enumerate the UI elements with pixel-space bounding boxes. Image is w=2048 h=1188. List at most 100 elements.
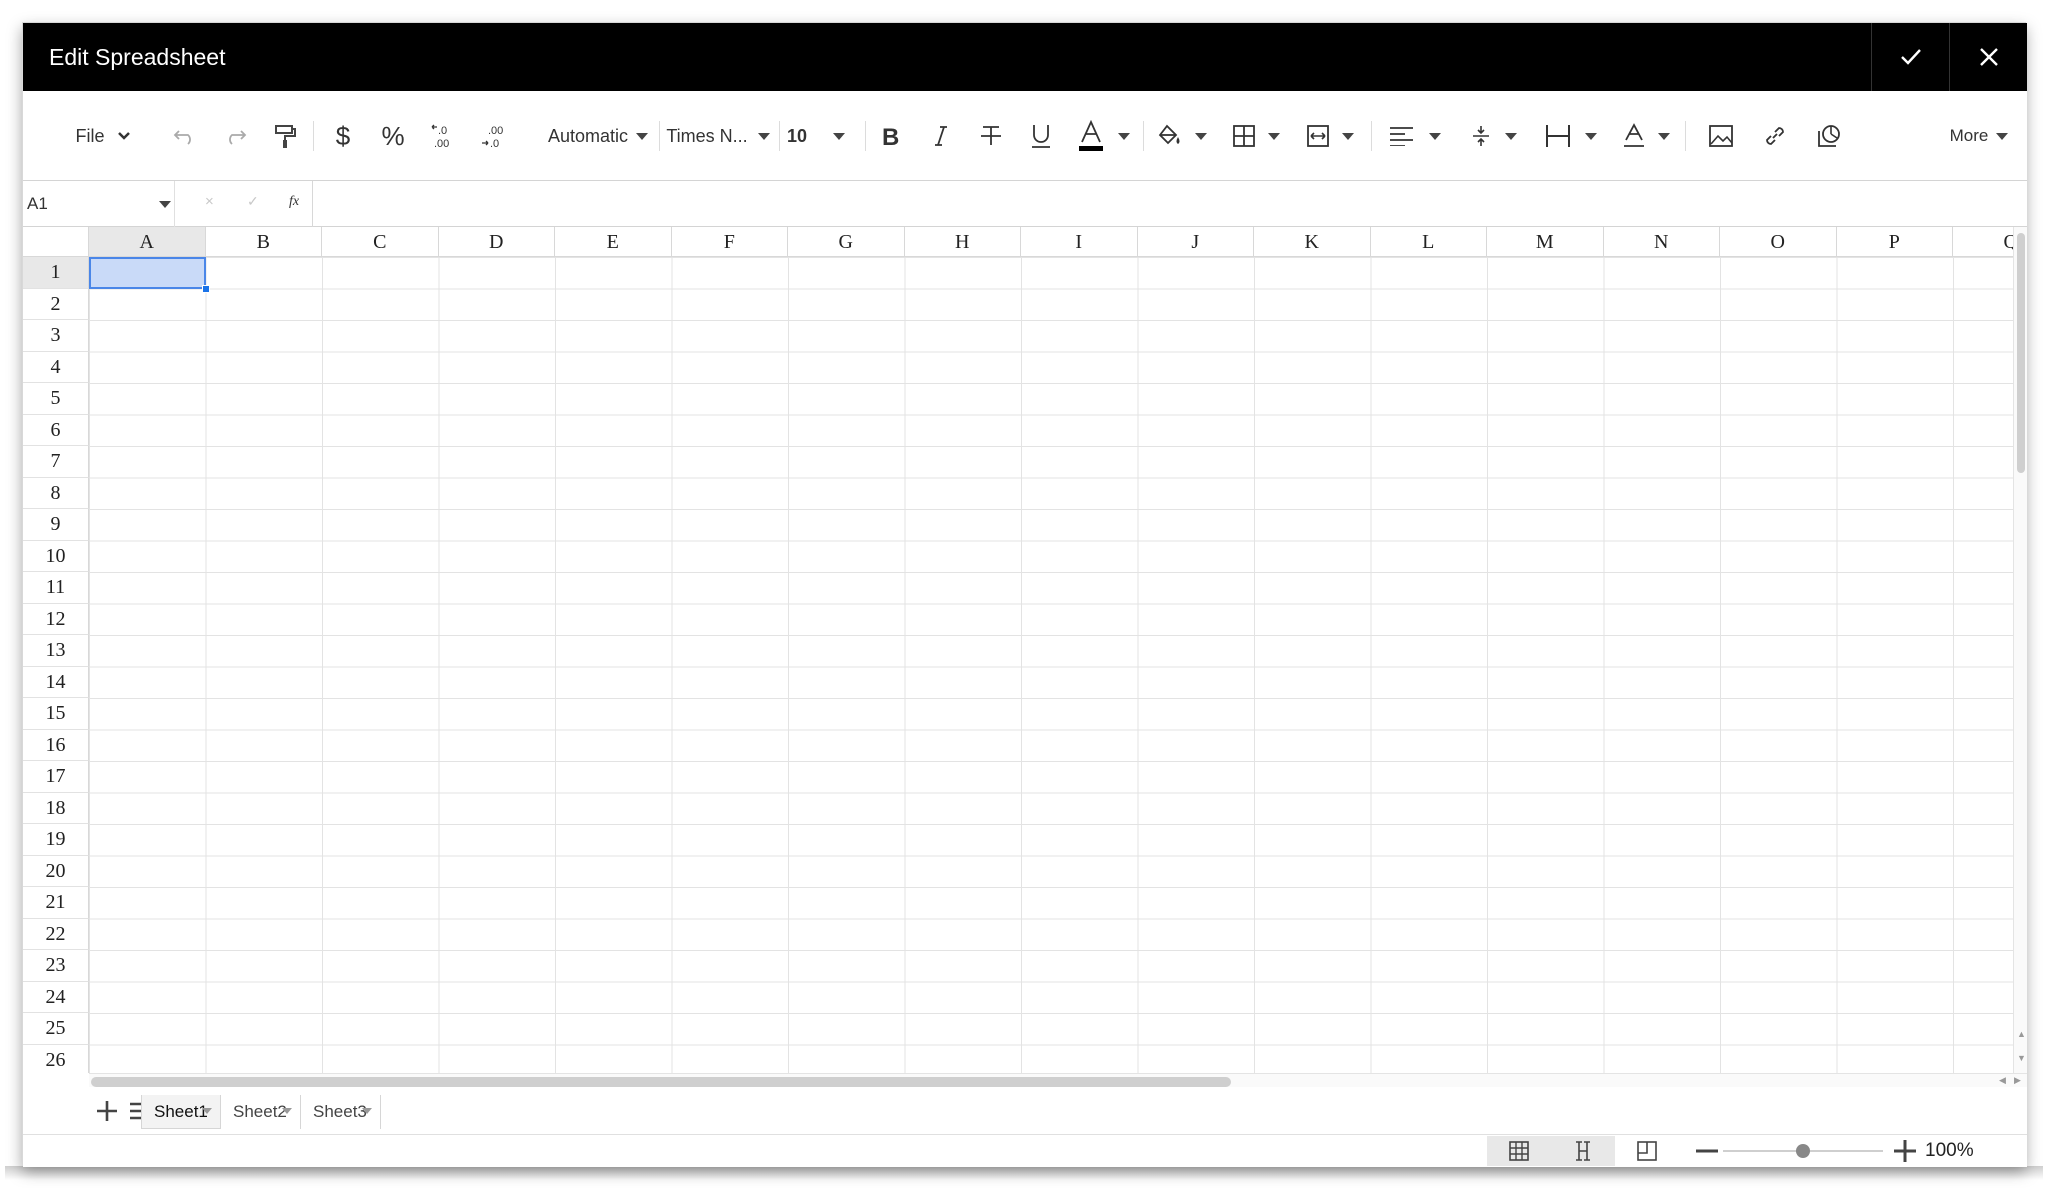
page-break-view-button[interactable] xyxy=(1551,1136,1615,1166)
row-header-15[interactable]: 15 xyxy=(23,698,89,730)
row-header-26[interactable]: 26 xyxy=(23,1044,89,1073)
undo-button[interactable] xyxy=(165,91,205,181)
row-header-21[interactable]: 21 xyxy=(23,887,89,919)
borders-button[interactable] xyxy=(1221,91,1291,181)
sheet-menu-caret-icon[interactable] xyxy=(282,1108,292,1114)
insert-link-button[interactable] xyxy=(1753,91,1797,181)
row-header-10[interactable]: 10 xyxy=(23,540,89,572)
zoom-out-button[interactable] xyxy=(1689,1136,1725,1166)
row-header-5[interactable]: 5 xyxy=(23,383,89,415)
row-header-19[interactable]: 19 xyxy=(23,824,89,856)
add-sheet-button[interactable] xyxy=(91,1087,123,1135)
column-header-m[interactable]: M xyxy=(1487,227,1604,257)
formula-input[interactable] xyxy=(313,181,2027,227)
row-header-23[interactable]: 23 xyxy=(23,950,89,982)
percent-button[interactable]: % xyxy=(371,91,415,181)
more-menu-button[interactable]: More xyxy=(1939,91,2019,181)
insert-chart-button[interactable] xyxy=(1807,91,1851,181)
text-rotation-button[interactable] xyxy=(1613,91,1679,181)
cell-area[interactable] xyxy=(89,257,2013,1073)
horizontal-scroll-thumb[interactable] xyxy=(91,1077,1231,1087)
vertical-align-button[interactable] xyxy=(1459,91,1529,181)
column-header-b[interactable]: B xyxy=(205,227,322,257)
scroll-up-arrow-icon[interactable]: ▲ xyxy=(2017,1029,2026,1039)
column-header-c[interactable]: C xyxy=(322,227,439,257)
normal-view-button[interactable] xyxy=(1487,1136,1551,1166)
vertical-scroll-thumb[interactable] xyxy=(2017,233,2025,473)
confirm-formula-icon[interactable]: ✓ xyxy=(247,193,259,210)
sheet-menu-caret-icon[interactable] xyxy=(202,1108,212,1114)
column-header-q[interactable]: Q xyxy=(1953,227,2013,257)
row-header-8[interactable]: 8 xyxy=(23,477,89,509)
zoom-in-button[interactable] xyxy=(1887,1136,1923,1166)
column-header-g[interactable]: G xyxy=(788,227,905,257)
row-header-1[interactable]: 1 xyxy=(23,257,89,289)
row-header-11[interactable]: 11 xyxy=(23,572,89,604)
page-layout-view-button[interactable] xyxy=(1615,1136,1679,1166)
column-header-i[interactable]: I xyxy=(1021,227,1138,257)
font-color-button[interactable] xyxy=(1069,91,1139,181)
insert-image-button[interactable] xyxy=(1699,91,1743,181)
spreadsheet-grid[interactable]: ABCDEFGHIJKLMNOPQ 1 2 3 4 5 6 7 8 9 10 11 12 13 14 15 1… xyxy=(23,227,2013,1073)
vertical-scrollbar[interactable]: ▲ ▼ xyxy=(2013,227,2027,1073)
paint-format-button[interactable] xyxy=(265,91,305,181)
scroll-right-arrow-icon[interactable]: ▶ xyxy=(2014,1075,2021,1086)
column-header-j[interactable]: J xyxy=(1137,227,1254,257)
column-header-e[interactable]: E xyxy=(555,227,672,257)
row-header-2[interactable]: 2 xyxy=(23,288,89,320)
row-header-22[interactable]: 22 xyxy=(23,918,89,950)
number-format-dropdown[interactable]: Automatic xyxy=(543,91,653,181)
underline-button[interactable] xyxy=(1019,91,1063,181)
row-header-20[interactable]: 20 xyxy=(23,855,89,887)
merge-cells-button[interactable] xyxy=(1295,91,1365,181)
sheet-tab-2[interactable]: Sheet2 xyxy=(221,1095,301,1129)
select-all-corner[interactable] xyxy=(23,227,89,257)
bold-button[interactable]: B xyxy=(869,91,913,181)
column-header-l[interactable]: L xyxy=(1370,227,1487,257)
column-header-d[interactable]: D xyxy=(438,227,555,257)
zoom-slider-knob[interactable] xyxy=(1796,1144,1810,1158)
decrease-decimal-button[interactable]: .0 .00 xyxy=(421,91,465,181)
row-header-18[interactable]: 18 xyxy=(23,792,89,824)
sheet-tab-3[interactable]: Sheet3 xyxy=(301,1095,381,1129)
fill-handle[interactable] xyxy=(202,285,210,293)
column-header-h[interactable]: H xyxy=(904,227,1021,257)
increase-decimal-button[interactable]: .00 .0 xyxy=(471,91,515,181)
scroll-down-arrow-icon[interactable]: ▼ xyxy=(2017,1053,2026,1063)
column-width-button[interactable] xyxy=(1535,91,1607,181)
fill-color-button[interactable] xyxy=(1147,91,1217,181)
column-header-n[interactable]: N xyxy=(1603,227,1720,257)
row-header-9[interactable]: 9 xyxy=(23,509,89,541)
row-header-7[interactable]: 7 xyxy=(23,446,89,478)
column-header-f[interactable]: F xyxy=(671,227,788,257)
strikethrough-button[interactable] xyxy=(969,91,1013,181)
font-size-dropdown[interactable]: 10 xyxy=(787,91,859,181)
row-header-25[interactable]: 25 xyxy=(23,1013,89,1045)
horizontal-align-button[interactable] xyxy=(1377,91,1453,181)
row-header-12[interactable]: 12 xyxy=(23,603,89,635)
row-header-16[interactable]: 16 xyxy=(23,729,89,761)
row-header-6[interactable]: 6 xyxy=(23,414,89,446)
column-header-a[interactable]: A xyxy=(89,227,206,257)
confirm-button[interactable] xyxy=(1871,23,1949,91)
file-menu-button[interactable]: File xyxy=(63,91,143,181)
font-family-dropdown[interactable]: Times N... xyxy=(663,91,773,181)
cancel-formula-icon[interactable]: × xyxy=(205,193,214,210)
close-button[interactable] xyxy=(1949,23,2027,91)
selected-cell[interactable] xyxy=(89,257,206,289)
row-header-14[interactable]: 14 xyxy=(23,666,89,698)
column-header-k[interactable]: K xyxy=(1254,227,1371,257)
currency-button[interactable]: $ xyxy=(321,91,365,181)
sheet-menu-caret-icon[interactable] xyxy=(362,1108,372,1114)
horizontal-scrollbar[interactable]: ◀ ▶ xyxy=(89,1073,2027,1087)
column-header-p[interactable]: P xyxy=(1836,227,1953,257)
row-header-17[interactable]: 17 xyxy=(23,761,89,793)
row-header-13[interactable]: 13 xyxy=(23,635,89,667)
sheet-tab-1[interactable]: Sheet1 xyxy=(141,1095,221,1129)
redo-button[interactable] xyxy=(215,91,255,181)
row-header-24[interactable]: 24 xyxy=(23,981,89,1013)
column-header-o[interactable]: O xyxy=(1720,227,1837,257)
name-box[interactable]: A1 xyxy=(23,181,175,227)
italic-button[interactable] xyxy=(919,91,963,181)
row-header-4[interactable]: 4 xyxy=(23,351,89,383)
